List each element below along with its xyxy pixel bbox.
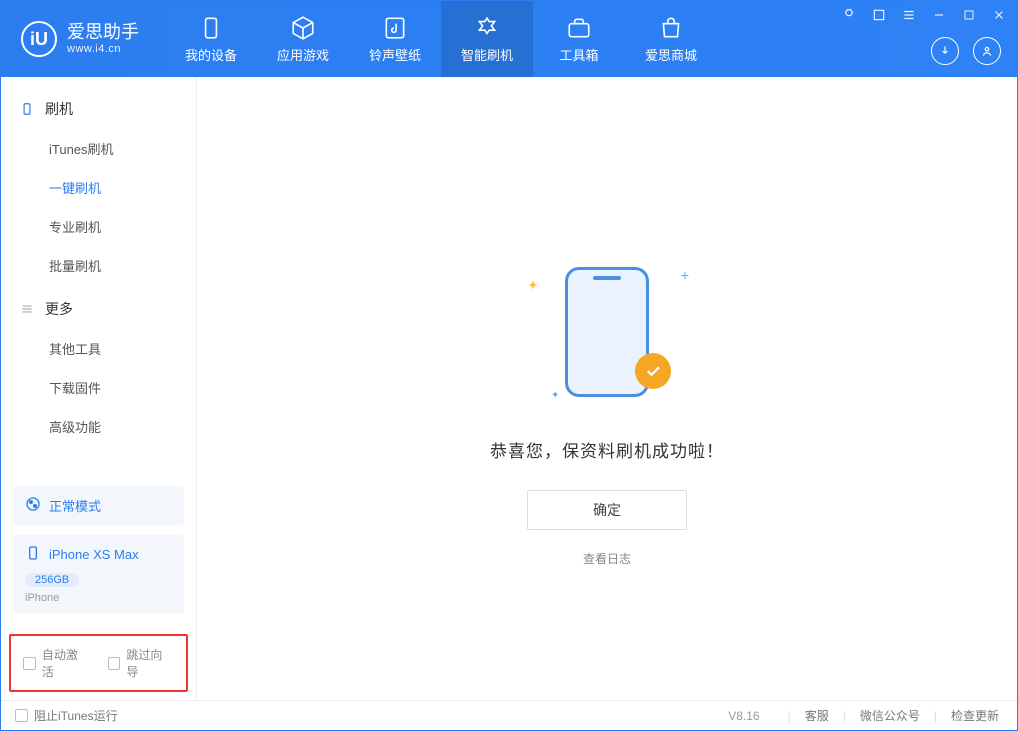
sidebar-item-advanced[interactable]: 高级功能: [1, 407, 196, 446]
device-name: iPhone XS Max: [49, 547, 139, 562]
sidebar-item-download-firmware[interactable]: 下载固件: [1, 368, 196, 407]
nav-flash[interactable]: 智能刷机: [441, 1, 533, 77]
nav-my-device[interactable]: 我的设备: [165, 1, 257, 77]
user-icon[interactable]: [973, 37, 1001, 65]
checkbox-label: 阻止iTunes运行: [34, 707, 118, 724]
close-icon[interactable]: [989, 5, 1009, 25]
sidebar-item-other-tools[interactable]: 其他工具: [1, 329, 196, 368]
version-label: V8.16: [728, 709, 759, 723]
maximize-icon[interactable]: [959, 5, 979, 25]
success-illustration: ✦ + ✦: [517, 257, 697, 407]
nav-label: 铃声壁纸: [369, 45, 421, 64]
footer-link-support[interactable]: 客服: [801, 707, 833, 724]
statusbar: 阻止iTunes运行 V8.16 | 客服 | 微信公众号 | 检查更新: [1, 700, 1017, 730]
sidebar-section-more: 更多: [1, 285, 196, 329]
main-nav: 我的设备 应用游戏 铃声壁纸 智能刷机 工具箱 爱思商城: [165, 1, 717, 77]
footer-link-update[interactable]: 检查更新: [947, 707, 1003, 724]
mode-card[interactable]: 正常模式: [13, 486, 184, 525]
checkbox-auto-activate[interactable]: 自动激活: [23, 646, 90, 680]
header-right: [931, 37, 1001, 65]
sparkle-icon: ✦: [551, 390, 559, 401]
cube-icon: [290, 15, 316, 41]
sidebar-item-one-click-flash[interactable]: 一键刷机: [1, 168, 196, 207]
body: 刷机 iTunes刷机 一键刷机 专业刷机 批量刷机 更多 其他工具 下载固件 …: [1, 77, 1017, 700]
nav-label: 工具箱: [559, 45, 598, 64]
app-domain: www.i4.cn: [67, 43, 139, 55]
nav-label: 我的设备: [185, 45, 237, 64]
phone-icon: [19, 101, 35, 117]
section-title: 刷机: [45, 99, 73, 119]
bag-icon: [658, 15, 684, 41]
download-icon[interactable]: [931, 37, 959, 65]
device-capacity: 256GB: [25, 573, 79, 587]
toolbox-icon: [566, 15, 592, 41]
hamburger-icon: [19, 301, 35, 317]
device-type: iPhone: [25, 592, 172, 604]
checkbox-skip-wizard[interactable]: 跳过向导: [108, 646, 175, 680]
app-name: 爱思助手: [67, 23, 139, 43]
window-controls: [839, 5, 1009, 25]
section-title: 更多: [45, 299, 73, 319]
skin-icon[interactable]: [869, 5, 889, 25]
nav-ringtone[interactable]: 铃声壁纸: [349, 1, 441, 77]
checkbox-label: 跳过向导: [126, 646, 174, 680]
nav-label: 应用游戏: [277, 45, 329, 64]
nav-toolbox[interactable]: 工具箱: [533, 1, 625, 77]
sparkle-icon: ✦: [527, 277, 539, 294]
main-content: ✦ + ✦ 恭喜您，保资料刷机成功啦！ 确定 查看日志: [197, 77, 1017, 700]
music-icon: [382, 15, 408, 41]
minimize-icon[interactable]: [929, 5, 949, 25]
checkbox-label: 自动激活: [42, 646, 90, 680]
sidebar-item-itunes-flash[interactable]: iTunes刷机: [1, 129, 196, 168]
success-message: 恭喜您，保资料刷机成功啦！: [490, 437, 724, 462]
app-logo: iU 爱思助手 www.i4.cn: [1, 1, 155, 77]
nav-store[interactable]: 爱思商城: [625, 1, 717, 77]
options-highlight: 自动激活 跳过向导: [9, 634, 188, 692]
refresh-icon: [474, 15, 500, 41]
sparkle-icon: +: [681, 267, 689, 283]
view-log-link[interactable]: 查看日志: [583, 550, 631, 567]
device-card[interactable]: iPhone XS Max 256GB iPhone: [13, 535, 184, 614]
footer-link-wechat[interactable]: 微信公众号: [856, 707, 924, 724]
check-badge-icon: [635, 353, 671, 389]
device-area: 正常模式 iPhone XS Max 256GB iPhone: [1, 486, 196, 634]
device-icon: [198, 15, 224, 41]
mode-label: 正常模式: [49, 496, 101, 515]
checkbox-block-itunes[interactable]: 阻止iTunes运行: [15, 707, 118, 724]
nav-apps[interactable]: 应用游戏: [257, 1, 349, 77]
sidebar-section-flash: 刷机: [1, 85, 196, 129]
feedback-icon[interactable]: [839, 5, 859, 25]
sidebar: 刷机 iTunes刷机 一键刷机 专业刷机 批量刷机 更多 其他工具 下载固件 …: [1, 77, 197, 700]
nav-label: 智能刷机: [461, 45, 513, 64]
mode-icon: [25, 496, 41, 515]
sidebar-item-batch-flash[interactable]: 批量刷机: [1, 246, 196, 285]
menu-icon[interactable]: [899, 5, 919, 25]
logo-icon: iU: [21, 21, 57, 57]
titlebar: iU 爱思助手 www.i4.cn 我的设备 应用游戏 铃声壁纸 智能刷机 工具…: [1, 1, 1017, 77]
device-phone-icon: [25, 545, 41, 564]
ok-button[interactable]: 确定: [527, 490, 687, 530]
sidebar-item-pro-flash[interactable]: 专业刷机: [1, 207, 196, 246]
nav-label: 爱思商城: [645, 45, 697, 64]
